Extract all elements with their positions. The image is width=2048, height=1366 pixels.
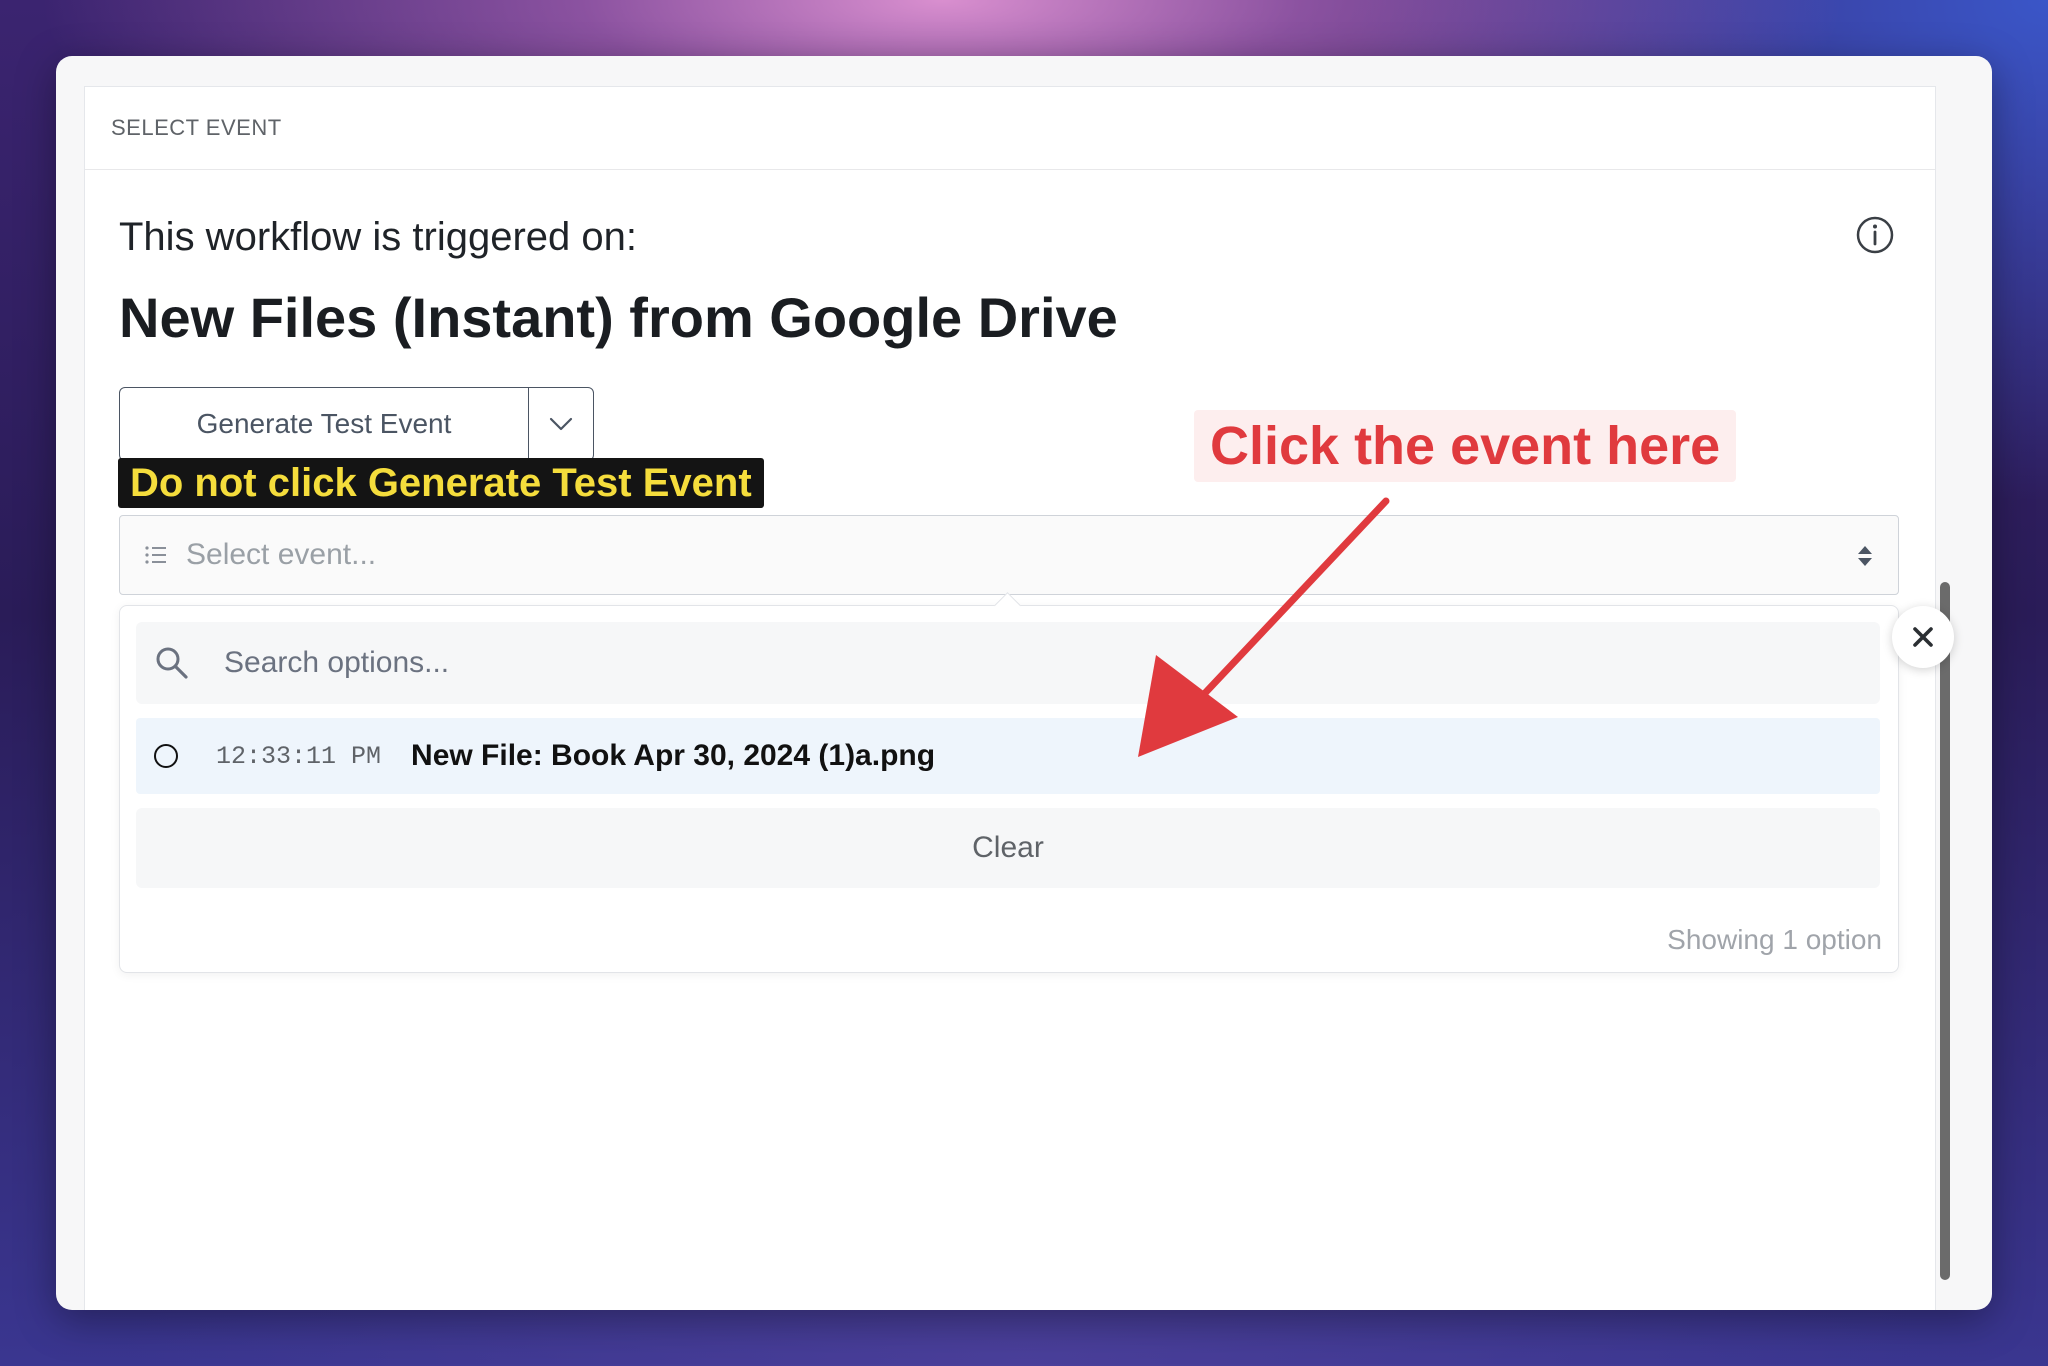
generate-options-toggle[interactable]: [529, 388, 593, 460]
event-options-dropdown: Search options... 12:33:11 PM New File: …: [119, 592, 1899, 973]
search-icon: [156, 647, 188, 679]
app-window: SELECT EVENT This workflow is triggered …: [56, 56, 1992, 1310]
callout-annotation: Click the event here: [1194, 410, 1737, 482]
warning-annotation: Do not click Generate Test Event: [118, 458, 764, 508]
event-option[interactable]: 12:33:11 PM New File: Book Apr 30, 2024 …: [136, 718, 1880, 794]
panel-header: SELECT EVENT: [85, 87, 1935, 170]
list-icon: [145, 546, 166, 564]
generate-test-event-group: Generate Test Event: [119, 387, 594, 461]
select-event-panel: SELECT EVENT This workflow is triggered …: [84, 86, 1936, 1310]
sort-arrows-icon: [1858, 546, 1872, 566]
select-event-placeholder: Select event...: [186, 538, 377, 571]
pointer-arrow-icon: [1138, 497, 1390, 757]
dropdown-notch: [994, 592, 1021, 619]
option-radio[interactable]: [154, 744, 178, 768]
trigger-title: New Files (Instant) from Google Drive: [119, 286, 1118, 349]
search-options-input[interactable]: Search options...: [136, 622, 1880, 704]
event-option-time: 12:33:11 PM: [216, 741, 382, 771]
close-dropdown-button[interactable]: [1892, 606, 1954, 668]
options-count: Showing 1 option: [1667, 924, 1882, 955]
search-placeholder: Search options...: [224, 646, 450, 679]
event-option-name: New File: Book Apr 30, 2024 (1)a.png: [411, 739, 936, 772]
select-event-dropdown[interactable]: Select event...: [119, 515, 1899, 595]
scrollbar[interactable]: [1940, 582, 1950, 1280]
generate-test-event-button[interactable]: Generate Test Event: [120, 388, 529, 460]
chevron-down-icon: [549, 417, 573, 431]
trigger-intro: This workflow is triggered on:: [119, 215, 637, 259]
clear-button[interactable]: Clear: [136, 808, 1880, 888]
close-icon: [1913, 627, 1933, 647]
info-icon[interactable]: [1855, 215, 1895, 255]
